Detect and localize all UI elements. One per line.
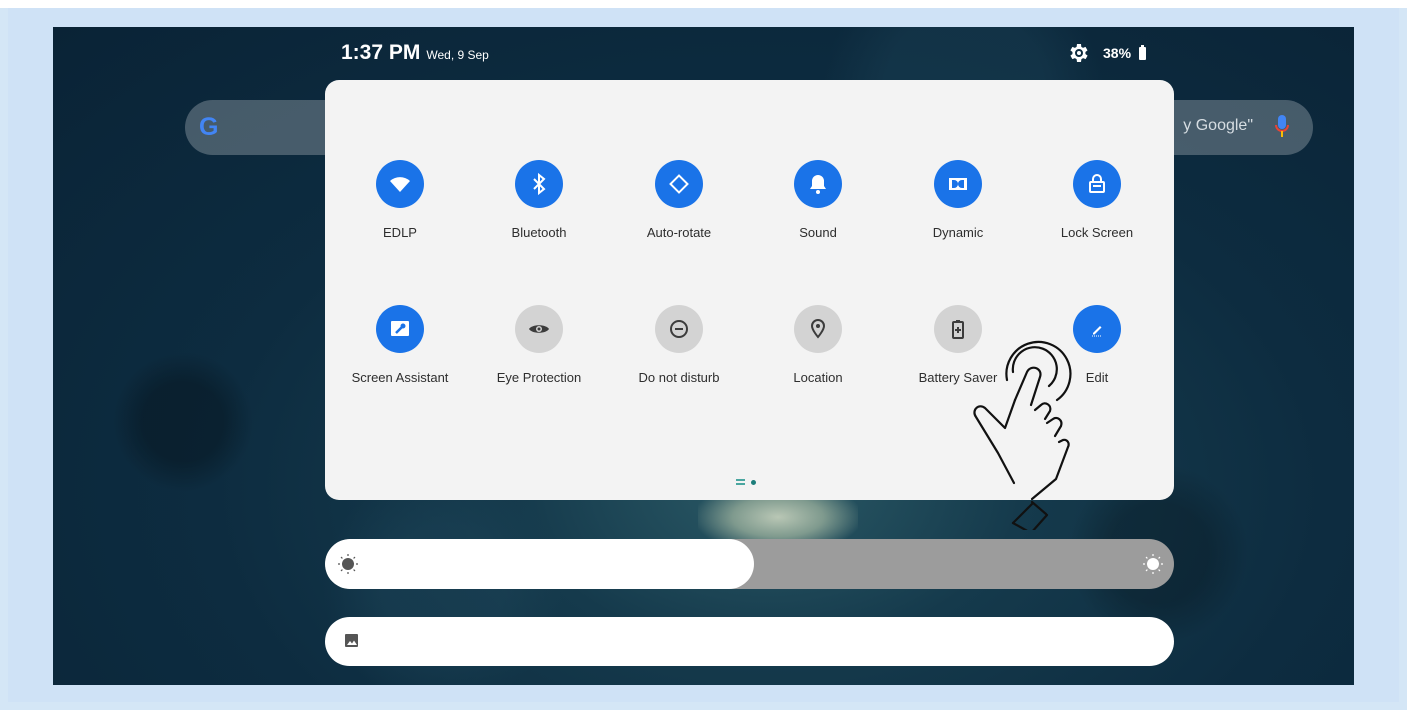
tablet-screen: 1:37 PM Wed, 9 Sep 38% G y Google" EDLP: [53, 27, 1354, 685]
frame-top: [0, 0, 1407, 8]
tile-sound[interactable]: Sound: [748, 160, 888, 240]
tile-label: Screen Assistant: [351, 370, 449, 385]
page-indicator-bars[interactable]: [736, 479, 745, 485]
settings-gear-icon[interactable]: [1067, 41, 1091, 65]
page-indicator-dot[interactable]: [751, 479, 756, 485]
tile-circle: [515, 305, 563, 353]
tile-edlp[interactable]: EDLP: [330, 160, 470, 240]
wrench-icon: [391, 321, 409, 336]
date: Wed, 9 Sep: [426, 48, 489, 62]
dolby-icon: [949, 178, 967, 190]
auto-rotate-icon: [669, 174, 689, 194]
battery-percentage: 38%: [1103, 45, 1132, 61]
tile-screen-assistant[interactable]: Screen Assistant: [330, 305, 470, 385]
tile-circle: [655, 305, 703, 353]
minus-circle-icon: [670, 320, 688, 338]
brightness-low-icon: [338, 554, 358, 574]
tile-circle: [655, 160, 703, 208]
eye-icon: [529, 325, 549, 333]
wifi-icon: [390, 177, 410, 192]
google-logo-icon: G: [199, 113, 219, 141]
bell-icon: [810, 175, 826, 194]
tile-label: EDLP: [383, 225, 417, 240]
tile-bluetooth[interactable]: Bluetooth: [469, 160, 609, 240]
tile-label: Auto-rotate: [646, 225, 712, 240]
tile-circle: [515, 160, 563, 208]
status-bar-right: 38%: [1067, 41, 1147, 65]
search-hint: y Google": [1183, 117, 1253, 134]
tile-circle: [794, 305, 842, 353]
tile-label: Sound: [799, 225, 837, 240]
tile-label: Lock Screen: [1060, 225, 1134, 240]
tile-auto-rotate[interactable]: Auto-rotate: [609, 160, 749, 240]
tile-do-not-disturb[interactable]: Do not disturb: [609, 305, 749, 385]
tile-label: Location: [793, 370, 843, 385]
status-bar-left: 1:37 PM Wed, 9 Sep: [341, 41, 489, 65]
battery-icon: [1139, 44, 1147, 60]
brightness-fill: [325, 539, 754, 589]
location-pin-icon: [810, 318, 826, 339]
tile-location[interactable]: Location: [748, 305, 888, 385]
tile-label: Dynamic: [932, 225, 984, 240]
brightness-slider[interactable]: [325, 539, 1174, 589]
lock-icon: [1089, 174, 1105, 193]
mic-icon[interactable]: [1275, 115, 1289, 139]
brightness-high-icon: [1143, 554, 1163, 574]
tile-eye-protection[interactable]: Eye Protection: [469, 305, 609, 385]
tile-circle: [376, 160, 424, 208]
image-icon: [345, 634, 358, 647]
tile-circle: [1073, 160, 1121, 208]
tile-label: Do not disturb: [638, 370, 720, 385]
tile-circle: [794, 160, 842, 208]
tile-circle: [376, 305, 424, 353]
tile-circle: [934, 160, 982, 208]
page-indicator: [736, 479, 756, 485]
tile-dynamic[interactable]: Dynamic: [888, 160, 1028, 240]
tile-label: Bluetooth: [511, 225, 567, 240]
clock: 1:37 PM: [341, 41, 421, 64]
bluetooth-icon: [533, 172, 546, 196]
tap-hand-icon: [973, 340, 1072, 530]
media-output-bar[interactable]: [325, 617, 1174, 666]
tile-lock-screen[interactable]: Lock Screen: [1027, 160, 1167, 240]
tile-label: Eye Protection: [496, 370, 582, 385]
